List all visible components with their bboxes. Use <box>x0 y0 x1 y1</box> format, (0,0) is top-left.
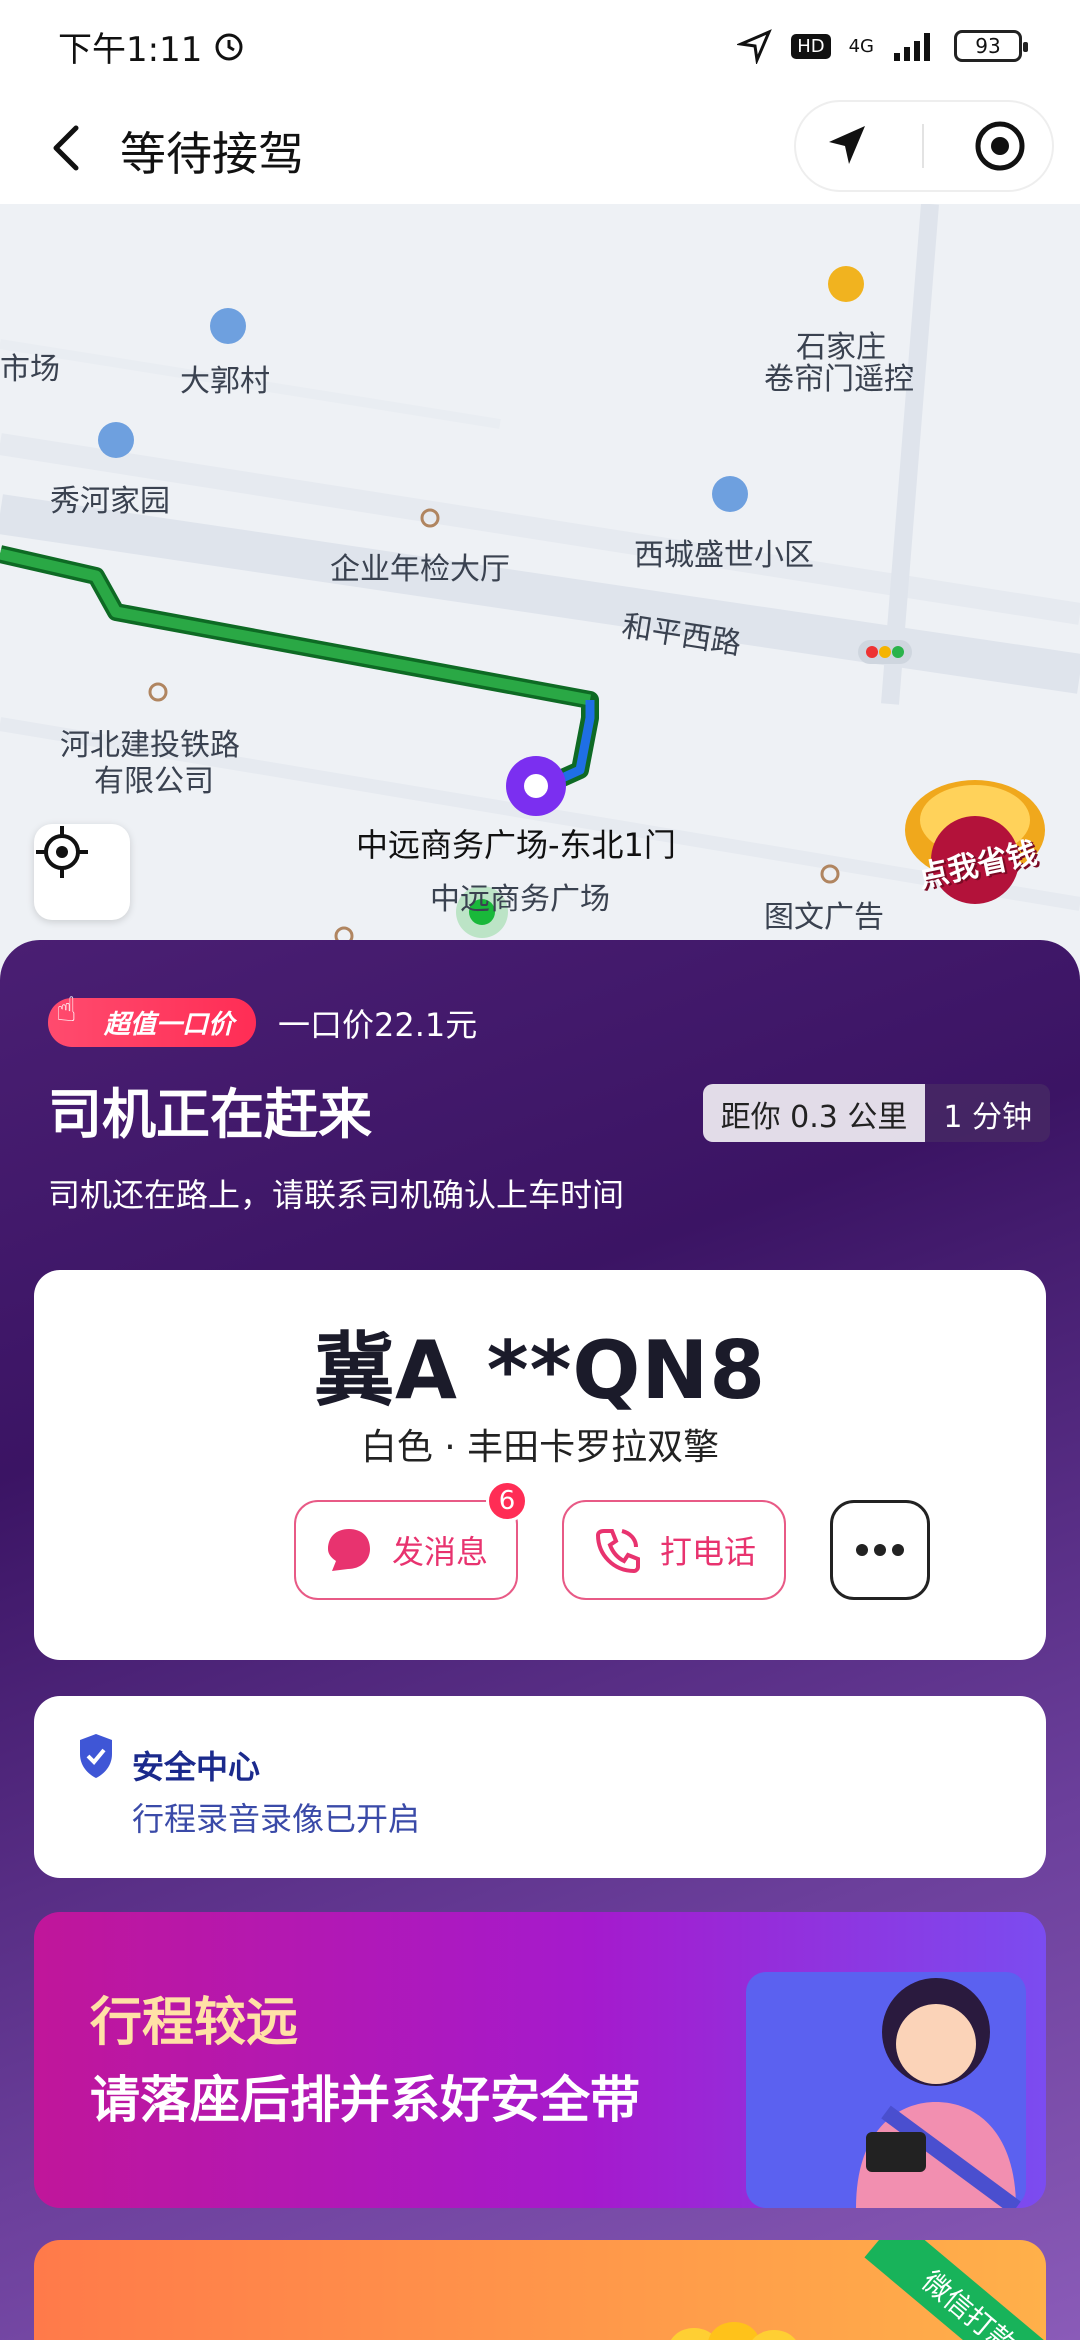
price-text: 一口价22.1元 <box>278 1005 478 1044</box>
car-description: 白色 · 丰田卡罗拉双擎 <box>360 1427 720 1468</box>
wechat-promo-card[interactable]: 微信打款 <box>34 2240 1046 2340</box>
driver-status-title: 司机正在赶来 <box>48 1083 372 1146</box>
more-button[interactable] <box>830 1500 930 1600</box>
fixed-price-tag: ☝ 超值一口价 <box>48 990 257 1047</box>
navigation-arrow-icon[interactable] <box>821 120 873 172</box>
network-type: 4G <box>848 35 874 57</box>
back-icon[interactable] <box>40 120 96 176</box>
safety-center-subtitle: 行程录音录像已开启 <box>132 1800 421 1838</box>
page-title: 等待接驾 <box>120 127 304 181</box>
driver-actions: 发消息 6 打电话 <box>294 1480 930 1600</box>
alarm-icon <box>215 33 243 61</box>
map-label-annual-check: 企业年检大厅 <box>330 552 510 587</box>
recenter-button[interactable] <box>34 824 130 920</box>
map-label-pickup-point: 中远商务广场-东北1门 <box>356 826 676 864</box>
battery-icon: 93 <box>954 30 1028 62</box>
coins-icon <box>670 2322 796 2340</box>
eta-chip: 距你 0.3 公里 1 分钟 <box>702 1084 1050 1142</box>
more-dot <box>856 1544 868 1556</box>
call-button[interactable]: 打电话 <box>562 1500 786 1600</box>
safety-center-card[interactable]: 安全中心 行程录音录像已开启 <box>34 1696 1046 1878</box>
message-button[interactable]: 发消息 6 <box>294 1480 528 1600</box>
map-view[interactable]: 市场 大郭村 石家庄 卷帘门遥控 秀河家园 西城盛世小区 企业年检大厅 和平西路… <box>0 204 1080 964</box>
more-dot <box>874 1544 886 1556</box>
battery-level: 93 <box>975 34 1001 58</box>
driver-status-subtitle: 司机还在路上，请联系司机确认上车时间 <box>48 1176 625 1214</box>
phone-icon <box>595 1529 640 1574</box>
unread-badge: 6 <box>486 1480 528 1522</box>
message-label: 发消息 <box>391 1533 488 1571</box>
status-time: 下午1:11 <box>58 29 203 70</box>
location-arrow-icon <box>737 29 773 64</box>
map-label-xicheng: 西城盛世小区 <box>634 538 814 573</box>
chat-bubble-icon <box>327 1529 370 1571</box>
status-bar: 下午1:11 HD 4G 93 <box>0 0 1080 92</box>
more-dot <box>892 1544 904 1556</box>
nav-divider <box>921 124 924 168</box>
map-label-market: 市场 <box>0 352 60 387</box>
nav-actions <box>794 100 1054 192</box>
call-label: 打电话 <box>659 1533 756 1571</box>
hd-badge: HD <box>791 33 831 59</box>
map-label-co-ltd: 有限公司 <box>94 764 214 799</box>
distance-text: 距你 0.3 公里 <box>702 1084 926 1142</box>
top-nav: 等待接驾 <box>0 92 1080 204</box>
crosshair-icon <box>36 826 88 878</box>
target-icon[interactable] <box>973 119 1027 173</box>
seatbelt-banner[interactable]: 行程较远 请落座后排并系好安全带 <box>34 1912 1046 2208</box>
eta-text: 1 分钟 <box>925 1084 1050 1142</box>
map-label-graphics-ad: 图文广告 <box>764 900 884 935</box>
driver-card: 冀A **QN8 白色 · 丰田卡罗拉双擎 发消息 6 打电话 <box>34 1270 1046 1660</box>
safety-center-title: 安全中心 <box>132 1748 261 1786</box>
signal-icon <box>894 33 930 61</box>
save-money-badge[interactable]: 点我省钱 <box>890 760 1060 910</box>
fixed-price-tag-label: 超值一口价 <box>104 1010 235 1040</box>
map-label-zhongyuan: 中远商务广场 <box>430 882 610 917</box>
map-label-xiuhe: 秀河家园 <box>50 484 170 519</box>
map-label-daguocun: 大郭村 <box>180 364 270 399</box>
price-row: ☝ 超值一口价 一口价22.1元 <box>48 990 478 1047</box>
banner-line2: 请落座后排并系好安全带 <box>90 2071 640 2129</box>
trip-sheet: ☝ 超值一口价 一口价22.1元 司机正在赶来 司机还在路上，请联系司机确认上车… <box>0 940 1080 2340</box>
hand-icon: ☝ <box>56 990 77 1030</box>
passenger-illustration <box>746 1972 1026 2208</box>
map-label-rolling-door: 卷帘门遥控 <box>764 362 914 397</box>
banner-line1: 行程较远 <box>90 1993 299 2053</box>
shield-icon <box>80 1734 112 1778</box>
license-plate: 冀A **QN8 <box>313 1324 767 1417</box>
wechat-pay-tag: 微信打款 <box>864 2240 1046 2340</box>
